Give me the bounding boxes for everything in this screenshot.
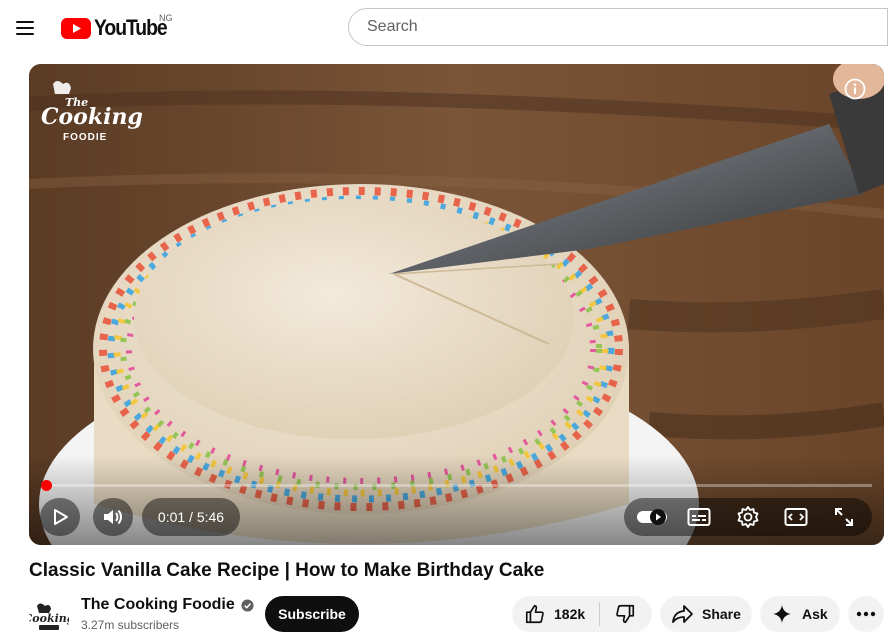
fullscreen-icon bbox=[835, 508, 853, 526]
video-player[interactable]: The Cooking FOODIE 0:01 / 5:46 bbox=[29, 64, 884, 545]
like-count: 182k bbox=[554, 606, 586, 622]
dislike-icon bbox=[616, 604, 635, 624]
info-icon[interactable] bbox=[844, 78, 866, 100]
subtitles-button[interactable] bbox=[684, 505, 714, 529]
subtitles-icon bbox=[687, 508, 711, 526]
menu-button[interactable] bbox=[14, 16, 38, 40]
fullscreen-button[interactable] bbox=[829, 505, 859, 529]
like-button[interactable]: 182k bbox=[512, 596, 599, 632]
verified-icon bbox=[241, 598, 254, 612]
settings-icon bbox=[737, 506, 759, 528]
ask-button[interactable]: Ask bbox=[760, 596, 840, 632]
channel-name-text[interactable]: The Cooking Foodie bbox=[81, 596, 235, 614]
dislike-button[interactable] bbox=[600, 596, 636, 632]
settings-button[interactable] bbox=[733, 505, 763, 529]
avatar[interactable]: Cooking bbox=[24, 596, 75, 636]
search-input[interactable] bbox=[365, 17, 887, 37]
autoplay-toggle-icon bbox=[637, 509, 667, 525]
search-box[interactable] bbox=[348, 8, 888, 46]
like-dislike-group: 182k bbox=[512, 596, 652, 632]
channel-watermark: The Cooking FOODIE bbox=[39, 78, 143, 149]
country-code: NG bbox=[159, 13, 173, 23]
subscriber-count: 3.27m subscribers bbox=[81, 618, 180, 632]
sparkle-icon bbox=[773, 605, 791, 623]
progress-bar[interactable] bbox=[40, 480, 872, 491]
theater-mode-button[interactable] bbox=[781, 505, 811, 529]
progress-scrubber[interactable] bbox=[40, 480, 52, 491]
subscribe-button[interactable]: Subscribe bbox=[265, 596, 359, 632]
watermark-line-2: Cooking bbox=[41, 104, 143, 130]
youtube-logo-icon bbox=[61, 17, 91, 39]
theater-mode-icon bbox=[784, 508, 808, 526]
share-button[interactable]: Share bbox=[660, 596, 752, 632]
play-button[interactable] bbox=[40, 498, 80, 536]
watermark-line-3: FOODIE bbox=[63, 132, 108, 143]
share-icon bbox=[672, 605, 693, 623]
avatar-text: Cooking bbox=[29, 612, 69, 625]
channel-avatar-icon: Cooking bbox=[24, 596, 75, 636]
volume-button[interactable] bbox=[93, 498, 133, 536]
share-label: Share bbox=[702, 606, 741, 622]
video-title: Classic Vanilla Cake Recipe | How to Mak… bbox=[29, 560, 545, 581]
channel-name[interactable]: The Cooking Foodie bbox=[81, 596, 254, 614]
like-icon bbox=[525, 604, 544, 624]
more-actions-button[interactable] bbox=[848, 596, 884, 632]
time-display: 0:01 / 5:46 bbox=[142, 498, 240, 536]
ask-label: Ask bbox=[802, 606, 828, 622]
more-icon bbox=[856, 611, 876, 617]
logo-text: YouTube bbox=[94, 15, 168, 40]
volume-icon bbox=[104, 509, 122, 525]
play-icon bbox=[54, 509, 68, 525]
autoplay-toggle[interactable] bbox=[634, 506, 670, 528]
